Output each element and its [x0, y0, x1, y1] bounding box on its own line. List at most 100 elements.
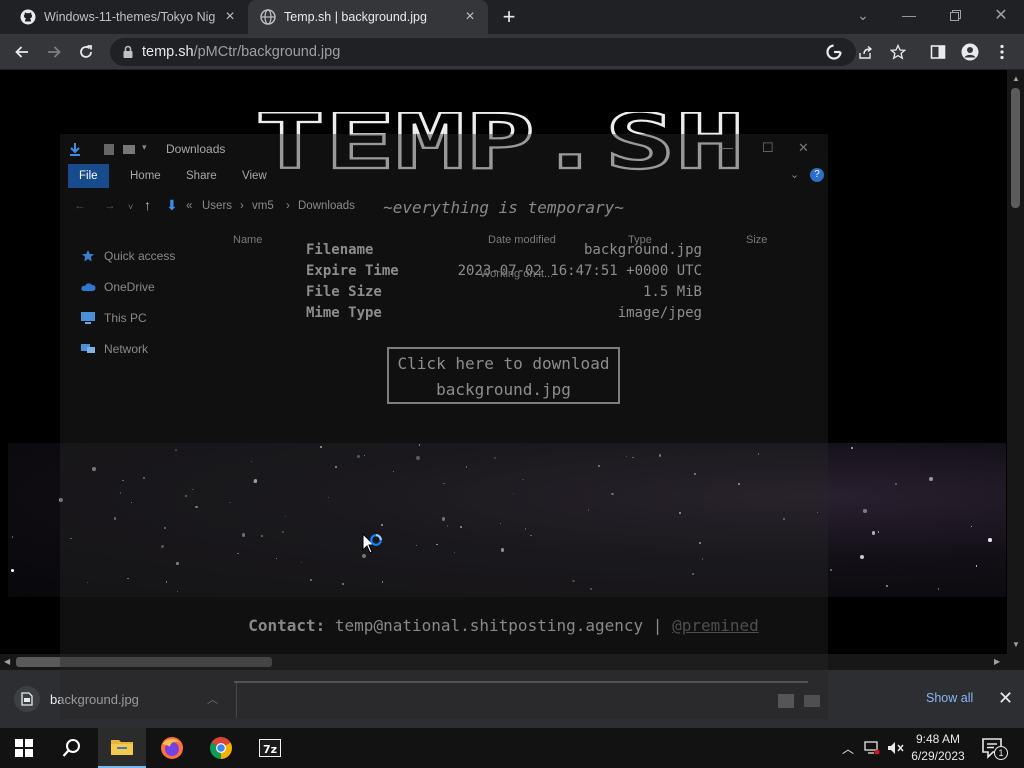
large-icons-view-icon[interactable]: [804, 695, 820, 707]
windows-logo-icon: [15, 739, 33, 757]
busy-cursor-icon: [362, 533, 382, 554]
search-button[interactable]: [48, 728, 96, 768]
column-name[interactable]: Name: [233, 234, 262, 246]
chevron-down-icon[interactable]: ⌄: [790, 168, 799, 181]
tab-github[interactable]: Windows-11-themes/Tokyo Nigh ×: [8, 0, 248, 34]
url-text: temp.sh/pMCtr/background.jpg: [142, 44, 340, 60]
nav-this-pc[interactable]: This PC: [80, 308, 147, 328]
forward-button[interactable]: [42, 40, 66, 64]
tab-search-icon[interactable]: ⌄: [840, 0, 886, 30]
show-all-link[interactable]: Show all: [926, 691, 973, 705]
back-arrow-icon[interactable]: ←: [74, 200, 86, 212]
close-tab-icon[interactable]: ×: [222, 9, 238, 25]
new-tab-button[interactable]: +: [498, 6, 520, 28]
star-dot: [850, 447, 853, 450]
kebab-menu-icon: [1000, 44, 1004, 60]
ribbon-tab-view[interactable]: View: [230, 164, 279, 188]
explorer-address-bar[interactable]: ← → ˅ ↑ ⬇ « Users › vm5 › Downloads: [60, 194, 828, 220]
breadcrumb-downloads[interactable]: Downloads: [298, 200, 355, 212]
nav-network[interactable]: Network: [80, 339, 148, 359]
star-dot: [10, 569, 14, 573]
back-button[interactable]: [10, 40, 34, 64]
network-icon: [81, 344, 95, 353]
ribbon-tab-home[interactable]: Home: [118, 164, 173, 188]
network-icon[interactable]: [862, 738, 882, 758]
minimize-button[interactable]: —: [886, 0, 932, 30]
reload-icon: [80, 45, 92, 58]
share-button[interactable]: [854, 40, 878, 64]
star-dot: [937, 588, 939, 590]
explorer-close-button[interactable]: ✕: [798, 140, 809, 156]
folder-icon: [111, 740, 133, 755]
computer-icon: [81, 312, 95, 324]
star-dot: [885, 585, 888, 588]
star-icon: [890, 44, 906, 60]
scroll-right-arrow-icon[interactable]: ▶: [994, 657, 1000, 666]
taskbar-file-explorer[interactable]: [98, 728, 146, 768]
start-button[interactable]: [0, 728, 48, 768]
star-dot: [971, 526, 973, 528]
nav-onedrive[interactable]: OneDrive: [80, 277, 155, 297]
nav-label: This PC: [104, 311, 147, 325]
explorer-title-bar[interactable]: ▾ Downloads — ☐ ✕: [60, 134, 828, 164]
clock[interactable]: 9:48 AM 6/29/2023: [904, 731, 972, 765]
system-tray: ︿: [836, 728, 908, 768]
recent-locations-icon[interactable]: ˅: [128, 202, 133, 212]
taskbar-7zip[interactable]: 7z: [246, 728, 294, 768]
close-icon[interactable]: ✕: [998, 688, 1013, 709]
ribbon-tab-file[interactable]: File: [68, 164, 109, 188]
explorer-maximize-button[interactable]: ☐: [762, 140, 774, 156]
explorer-status: Working on it...: [480, 268, 554, 280]
chevron-up-icon[interactable]: ︿: [838, 738, 858, 758]
tab-strip: Windows-11-themes/Tokyo Nigh × Temp.sh |…: [0, 0, 1024, 34]
github-icon: [20, 9, 36, 25]
close-tab-icon[interactable]: ×: [462, 9, 478, 25]
help-icon[interactable]: ?: [810, 168, 824, 182]
scroll-down-arrow-icon[interactable]: ▼: [1012, 640, 1020, 649]
up-arrow-icon[interactable]: ↑: [144, 197, 151, 213]
star-dot: [11, 535, 14, 538]
vertical-scrollbar[interactable]: ▲ ▼: [1007, 70, 1024, 654]
cloud-icon: [81, 283, 96, 291]
profile-icon: [961, 43, 979, 61]
star-dot: [830, 569, 833, 572]
address-bar[interactable]: temp.sh/pMCtr/background.jpg: [110, 38, 856, 66]
vertical-scroll-thumb[interactable]: [1011, 88, 1020, 208]
scroll-left-arrow-icon[interactable]: ◀: [4, 657, 10, 666]
google-lens-icon[interactable]: [826, 44, 842, 60]
close-window-button[interactable]: ✕: [978, 0, 1024, 30]
side-panel-button[interactable]: [926, 40, 950, 64]
browser-toolbar: temp.sh/pMCtr/background.jpg: [0, 34, 1024, 70]
side-panel-icon: [930, 45, 946, 59]
column-date-modified[interactable]: Date modified: [488, 234, 556, 246]
explorer-ribbon: File Home Share View ⌄ ?: [60, 164, 828, 188]
bookmark-button[interactable]: [886, 40, 910, 64]
reload-button[interactable]: [74, 40, 98, 64]
nav-quick-access[interactable]: Quick access: [80, 246, 175, 266]
profile-button[interactable]: [958, 40, 982, 64]
explorer-minimize-button[interactable]: —: [720, 140, 733, 155]
star-dot: [975, 565, 978, 567]
url-path: /pMCtr/background.jpg: [193, 44, 341, 60]
scroll-up-arrow-icon[interactable]: ▲: [1012, 74, 1020, 83]
tab-temp-sh[interactable]: Temp.sh | background.jpg ×: [248, 0, 488, 34]
taskbar-chrome[interactable]: [197, 728, 245, 768]
column-type[interactable]: Type: [628, 234, 652, 246]
ribbon-tab-share[interactable]: Share: [174, 164, 229, 188]
forward-arrow-icon[interactable]: →: [104, 200, 116, 212]
menu-button[interactable]: [990, 40, 1014, 64]
taskbar-firefox[interactable]: [148, 728, 196, 768]
search-icon: [62, 739, 80, 757]
file-explorer-window[interactable]: ▾ Downloads — ☐ ✕ File Home Share View ⌄…: [60, 134, 828, 719]
breadcrumb-users[interactable]: Users: [202, 200, 232, 212]
explorer-scrollbar[interactable]: [234, 681, 808, 683]
restore-button[interactable]: [932, 0, 978, 30]
details-view-icon[interactable]: [778, 694, 794, 708]
column-size[interactable]: Size: [746, 234, 767, 246]
explorer-column-headers: Name Date modified Type Size: [220, 232, 828, 252]
windows-taskbar: 7z ︿ 9:48 AM 6/29/2023 1: [0, 728, 1024, 768]
breadcrumb-vm5[interactable]: vm5: [252, 200, 274, 212]
star-dot: [871, 531, 875, 535]
url-host: temp.sh: [142, 44, 194, 60]
volume-muted-icon[interactable]: [886, 738, 906, 758]
